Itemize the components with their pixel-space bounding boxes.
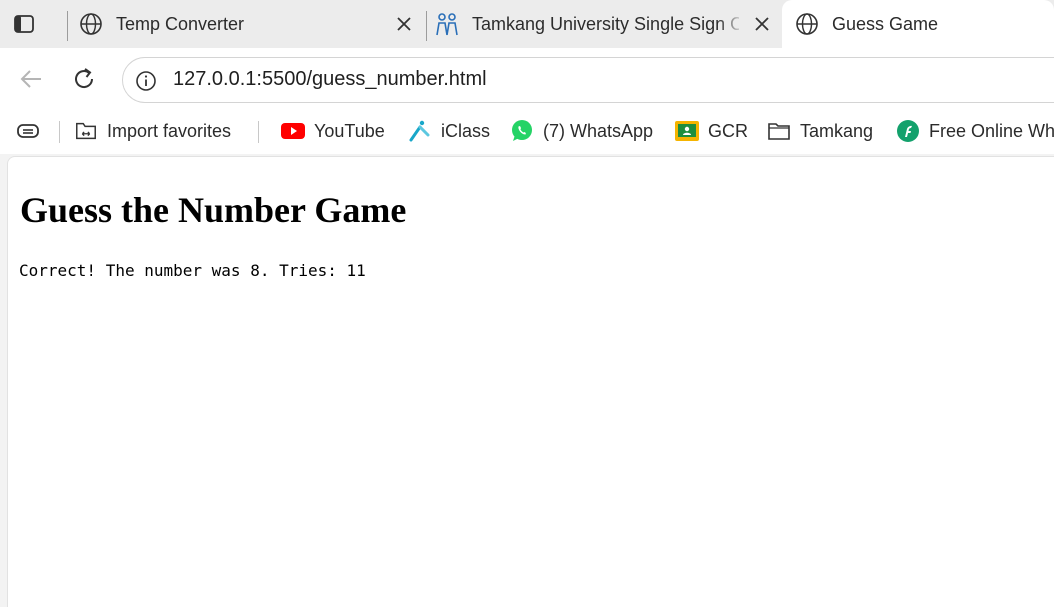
bookmark-free-online-whiteboard[interactable]: Free Online Whi [896, 118, 1054, 144]
bookmark-divider [59, 121, 60, 143]
youtube-icon [281, 119, 305, 143]
bookmark-label: YouTube [314, 120, 385, 141]
tab-tamkang-sso[interactable]: Tamkang University Single Sign O [434, 0, 739, 48]
refresh-icon [75, 68, 94, 88]
google-classroom-icon [675, 119, 699, 143]
bookmark-import-favorites[interactable]: Import favorites [74, 118, 231, 144]
bookmark-divider [258, 121, 259, 143]
bookmark-label: (7) WhatsApp [543, 120, 654, 141]
tab-divider [426, 11, 427, 41]
tab-title: Guess Game [832, 13, 939, 34]
address-bar[interactable]: 127.0.0.1:5500/guess_number.html [122, 57, 1054, 103]
game-result-text: Correct! The number was 8. Tries: 11 [19, 261, 366, 280]
globe-icon [78, 11, 104, 37]
tab-divider [67, 11, 68, 41]
bookmark-label: Tamkang [800, 120, 874, 141]
close-icon [755, 17, 769, 31]
collections-icon [16, 119, 40, 143]
globe-icon [794, 11, 820, 37]
tamkang-logo-icon [434, 11, 460, 37]
back-arrow-icon [20, 70, 41, 88]
tab-close-button[interactable] [392, 12, 416, 36]
url-text[interactable]: 127.0.0.1:5500/guess_number.html [173, 68, 487, 91]
tab-actions-icon [14, 15, 34, 33]
tab-guess-game[interactable]: Guess Game [782, 0, 1054, 48]
refresh-button[interactable] [69, 64, 99, 94]
folder-icon [767, 119, 791, 143]
import-favorites-icon [74, 119, 98, 143]
tab-bar: Temp Converter Tamkang University Single… [0, 0, 1054, 48]
bookmark-label: Import favorites [107, 120, 232, 141]
whiteboard-icon [896, 119, 920, 143]
close-icon [397, 17, 411, 31]
navigation-toolbar: 127.0.0.1:5500/guess_number.html [0, 48, 1054, 108]
bookmark-label: iClass [441, 120, 491, 141]
bookmark-youtube[interactable]: YouTube [281, 118, 385, 144]
bookmark-iclass[interactable]: iClass [408, 118, 490, 144]
whatsapp-icon [510, 119, 534, 143]
tab-close-button[interactable] [750, 12, 774, 36]
tab-actions-button[interactable] [12, 12, 36, 36]
bookmark-whatsapp[interactable]: (7) WhatsApp [510, 118, 653, 144]
bookmark-label: GCR [708, 120, 748, 141]
collections-button[interactable] [16, 118, 49, 144]
bookmark-folder-tamkang[interactable]: Tamkang [767, 118, 873, 144]
tab-title: Tamkang University Single Sign O [472, 13, 739, 34]
page-title: Guess the Number Game [20, 190, 407, 230]
site-info-icon[interactable] [135, 70, 157, 92]
page-viewport: Guess the Number Game Correct! The numbe… [7, 156, 1054, 607]
bookmark-gcr[interactable]: GCR [675, 118, 748, 144]
iclass-icon [408, 119, 432, 143]
favorites-bar: Import favorites YouTube iClass (7) What… [0, 108, 1054, 154]
tab-title: Temp Converter [116, 13, 245, 34]
tab-temp-converter[interactable]: Temp Converter [78, 0, 388, 48]
back-button[interactable] [16, 64, 46, 94]
bookmark-label: Free Online Whi [929, 120, 1054, 141]
